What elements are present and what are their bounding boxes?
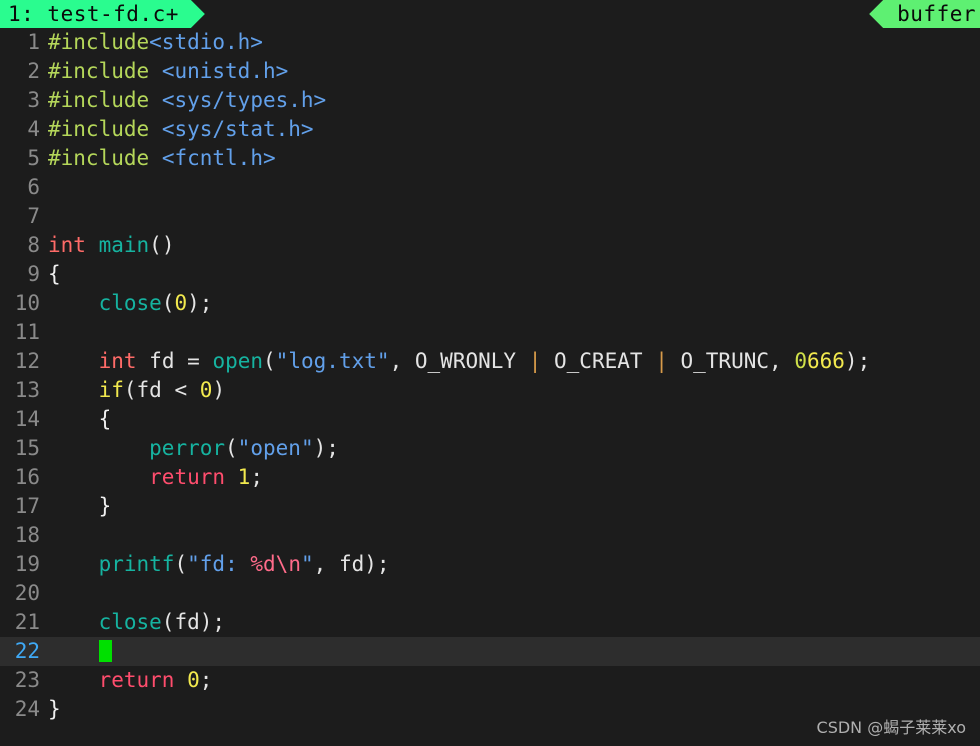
line-number: 19	[14, 552, 40, 576]
code-text: #include <sys/stat.h>	[48, 117, 314, 141]
code-line[interactable]: 15 perror("open");	[0, 434, 980, 463]
line-number: 3	[27, 88, 40, 112]
terminal-editor-window: 1: test-fd.c+ buffer 1 #include<stdio.h> 2…	[0, 0, 980, 746]
code-line[interactable]: 9{	[0, 260, 980, 289]
code-line[interactable]: 17 }	[0, 492, 980, 521]
code-line[interactable]: 21 close(fd);	[0, 608, 980, 637]
line-number: 21	[14, 610, 40, 634]
code-line[interactable]: 18	[0, 521, 980, 550]
code-line[interactable]: 2 #include <unistd.h>	[0, 57, 980, 86]
tab-bar: 1: test-fd.c+ buffer	[0, 0, 980, 28]
code-text: if(fd < 0)	[98, 378, 226, 402]
code-line[interactable]: 19 printf("fd: %d\n", fd);	[0, 550, 980, 579]
code-editor[interactable]: 1 #include<stdio.h> 2 #include <unistd.h> 3 #…	[0, 28, 980, 746]
code-text: int fd = open("log.txt", O_WRONLY | O_CR…	[98, 349, 871, 373]
code-line[interactable]: 5 #include <fcntl.h>	[0, 144, 980, 173]
line-number: 24	[14, 697, 40, 721]
line-number: 12	[14, 349, 40, 373]
line-number: 1	[27, 30, 40, 54]
code-text: #include <unistd.h>	[48, 59, 289, 83]
line-number: 11	[14, 320, 40, 344]
code-text: printf("fd: %d\n", fd);	[98, 552, 390, 576]
code-text: return 1;	[149, 465, 263, 489]
code-text: #include<stdio.h>	[48, 30, 263, 54]
code-line[interactable]: 8 int main()	[0, 231, 980, 260]
code-line[interactable]: 6	[0, 173, 980, 202]
code-text: }	[48, 697, 61, 721]
line-number: 23	[14, 668, 40, 692]
code-line[interactable]: 1 #include<stdio.h>	[0, 28, 980, 57]
code-line[interactable]: 16 return 1;	[0, 463, 980, 492]
code-text: }	[98, 494, 112, 518]
code-line[interactable]: 12 int fd = open("log.txt", O_WRONLY | O…	[0, 347, 980, 376]
code-line[interactable]: 13 if(fd < 0)	[0, 376, 980, 405]
line-number: 6	[27, 175, 40, 199]
code-text: {	[98, 407, 112, 431]
line-number: 5	[27, 146, 40, 170]
tab-buffer[interactable]: buffer	[869, 0, 980, 28]
line-number: 20	[14, 581, 40, 605]
code-text: int main()	[48, 233, 175, 257]
code-text: perror("open");	[149, 436, 339, 460]
line-number: 4	[27, 117, 40, 141]
code-text: close(fd);	[98, 610, 226, 634]
line-number: 10	[14, 291, 40, 315]
line-number: 7	[27, 204, 40, 228]
line-number: 15	[14, 436, 40, 460]
line-number: 8	[27, 233, 40, 257]
code-line-current[interactable]: 22	[0, 637, 980, 666]
code-text	[40, 637, 112, 666]
text-cursor	[98, 639, 112, 662]
code-line[interactable]: 4 #include <sys/stat.h>	[0, 115, 980, 144]
line-number: 22	[14, 639, 40, 663]
code-text: {	[48, 262, 61, 286]
code-line[interactable]: 10 close(0);	[0, 289, 980, 318]
code-text: #include <fcntl.h>	[48, 146, 276, 170]
line-number: 18	[14, 523, 40, 547]
code-line[interactable]: 3 #include <sys/types.h>	[0, 86, 980, 115]
line-number: 17	[14, 494, 40, 518]
code-text: #include <sys/types.h>	[48, 88, 327, 112]
code-line[interactable]: 20	[0, 579, 980, 608]
line-number: 16	[14, 465, 40, 489]
code-text: close(0);	[98, 291, 213, 315]
code-line[interactable]: 11	[0, 318, 980, 347]
tab-test-fd-c[interactable]: 1: test-fd.c+	[0, 0, 205, 28]
code-line[interactable]: 14 {	[0, 405, 980, 434]
line-number: 13	[14, 378, 40, 402]
code-line[interactable]: 7	[0, 202, 980, 231]
line-number: 9	[27, 262, 40, 286]
line-number: 2	[27, 59, 40, 83]
watermark: CSDN @蝎子莱莱xo	[816, 718, 966, 737]
code-text: return 0;	[98, 668, 213, 692]
line-number: 14	[14, 407, 40, 431]
code-line[interactable]: 23 return 0;	[0, 666, 980, 695]
